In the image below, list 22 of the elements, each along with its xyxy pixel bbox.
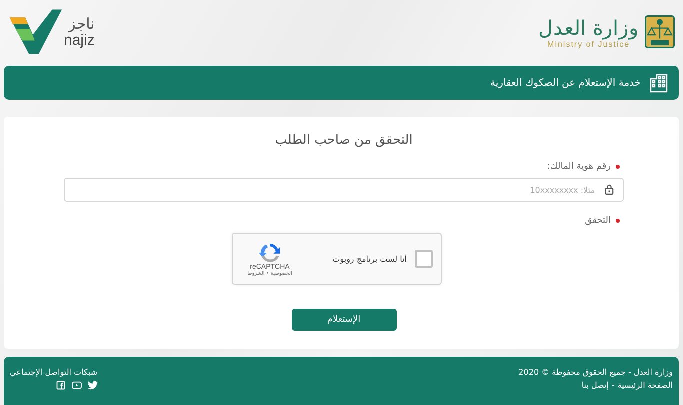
captcha-checkbox[interactable] (415, 250, 433, 268)
recaptcha-logo-icon (259, 242, 281, 264)
najiz-name: ناجز (68, 15, 95, 33)
building-icon (649, 73, 669, 93)
youtube-icon[interactable] (72, 381, 82, 390)
najiz-name: najiz (64, 33, 95, 49)
submit-button[interactable]: الإستعلام (292, 309, 396, 331)
footer-link[interactable]: إتصل بنا (582, 381, 609, 390)
footer-link[interactable]: الصفحة الرئيسية (618, 381, 673, 390)
twitter-icon[interactable] (88, 381, 98, 390)
facebook-icon[interactable] (56, 381, 66, 390)
captcha-label: أنا لست برنامج روبوت (332, 254, 407, 264)
ministry-name: وزارة العدل (538, 16, 639, 40)
link-separator: - (612, 381, 615, 390)
social-title: شبكات التواصل الإجتماعي (10, 368, 98, 377)
copyright-text: وزارة العدل - جميع الحقوق محفوظة © 2020 (518, 368, 673, 377)
field-label: رقم هوية المالك: (547, 162, 611, 172)
service-title: خدمة الإستعلام عن الصكوك العقارية (490, 78, 641, 88)
id-input-field[interactable]: مثلا: 10xxxxxxxx (64, 178, 624, 202)
field-label: التحقق (585, 216, 611, 226)
ministry-subtitle: Ministry of Justice (548, 40, 630, 48)
form-title: التحقق من صاحب الطلب (275, 133, 413, 148)
